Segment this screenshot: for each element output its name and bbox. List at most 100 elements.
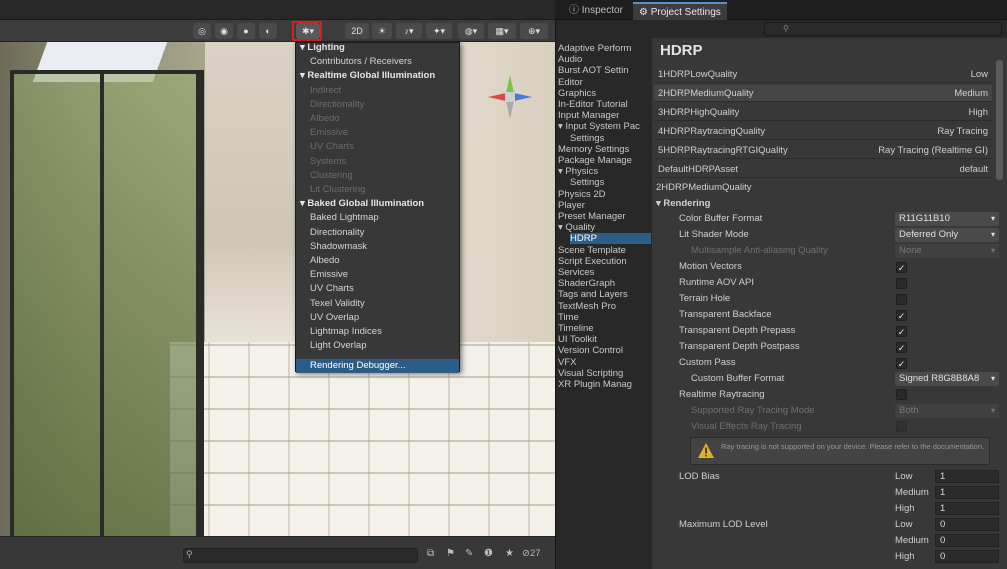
scene-viewport[interactable] bbox=[0, 42, 555, 536]
debug-menu-item[interactable]: Light Overlap bbox=[296, 339, 459, 353]
rendering-option-checkbox[interactable] bbox=[896, 278, 907, 289]
rendering-option-checkbox[interactable]: ✓ bbox=[896, 326, 907, 337]
nav-item[interactable]: In-Editor Tutorial bbox=[558, 99, 651, 110]
lod-value-field[interactable]: 1 bbox=[935, 470, 999, 483]
debug-menu-item[interactable]: Emissive bbox=[296, 268, 459, 282]
debug-menu-item[interactable]: ▾ Baked Global Illumination bbox=[296, 197, 459, 211]
nav-item[interactable]: UI Toolkit bbox=[558, 334, 651, 345]
rendering-option-checkbox[interactable]: ✓ bbox=[896, 358, 907, 369]
nav-item[interactable]: ▾ Quality bbox=[558, 222, 651, 233]
orientation-gizmo-icon[interactable] bbox=[480, 67, 540, 127]
color-buffer-format-dropdown[interactable]: R11G11B10 ▾ bbox=[895, 212, 999, 226]
tag-icon[interactable]: ⚑ bbox=[446, 548, 455, 559]
debug-menu-item[interactable]: Directionality bbox=[296, 226, 459, 240]
tab-inspector[interactable]: ⓘ Inspector bbox=[563, 2, 629, 20]
globe-icon[interactable]: ◉ bbox=[215, 23, 233, 39]
quality-level-row[interactable]: 2HDRPMediumQuality Medium bbox=[654, 85, 992, 102]
nav-item[interactable]: Script Execution bbox=[558, 256, 651, 267]
quality-level-row[interactable]: DefaultHDRPAsset default bbox=[654, 161, 992, 178]
nav-item[interactable]: Version Control bbox=[558, 345, 651, 356]
nav-item[interactable]: Player bbox=[558, 200, 651, 211]
lighting-toggle-icon[interactable]: ☀ bbox=[372, 23, 392, 39]
pencil-icon[interactable]: ✎ bbox=[465, 548, 473, 559]
nav-item[interactable]: Visual Scripting bbox=[558, 368, 651, 379]
nav-item[interactable]: Input Manager bbox=[558, 110, 651, 121]
visual-effects-rt-checkbox[interactable] bbox=[896, 421, 907, 432]
nav-item[interactable]: Time bbox=[558, 312, 651, 323]
2d-toggle-button[interactable]: 2D bbox=[345, 23, 369, 39]
realtime-raytracing-checkbox[interactable] bbox=[896, 389, 907, 400]
lit-shader-mode-label: Lit Shader Mode bbox=[679, 229, 749, 240]
settings-search-input[interactable]: ⚲ bbox=[764, 22, 1002, 36]
lod-value-field[interactable]: 0 bbox=[935, 534, 999, 547]
supported-rt-mode-dropdown[interactable]: Both ▾ bbox=[895, 404, 999, 418]
debug-menu-item[interactable]: Lightmap Indices bbox=[296, 325, 459, 339]
lod-value-field[interactable]: 1 bbox=[935, 486, 999, 499]
debug-menu-item[interactable]: Texel Validity bbox=[296, 297, 459, 311]
nav-item[interactable]: ShaderGraph bbox=[558, 278, 651, 289]
scene-search-input[interactable] bbox=[183, 548, 418, 563]
lod-value-field[interactable]: 0 bbox=[935, 550, 999, 563]
nav-item[interactable]: Burst AOT Settin bbox=[558, 65, 651, 76]
nav-item[interactable]: Memory Settings bbox=[558, 144, 651, 155]
nav-item[interactable]: Settings bbox=[570, 133, 651, 144]
rendering-option-checkbox[interactable] bbox=[896, 294, 907, 305]
lod-value-field[interactable]: 1 bbox=[935, 502, 999, 515]
tab-project-settings[interactable]: ⚙ Project Settings bbox=[633, 2, 727, 20]
nav-item[interactable]: Audio bbox=[558, 54, 651, 65]
shaded-sphere-icon[interactable]: ● bbox=[237, 23, 255, 39]
debug-menu-item[interactable]: UV Overlap bbox=[296, 311, 459, 325]
debug-menu-item[interactable]: Rendering Debugger... bbox=[296, 359, 459, 374]
nav-item[interactable]: VFX bbox=[558, 357, 651, 368]
camera-settings-icon[interactable]: ▦▾ bbox=[488, 23, 516, 39]
debug-menu-item[interactable]: Albedo bbox=[296, 254, 459, 268]
debug-menu-item[interactable]: Shadowmask bbox=[296, 240, 459, 254]
visibility-count[interactable]: ⊘27 bbox=[522, 548, 541, 559]
nav-item[interactable]: TextMesh Pro bbox=[558, 301, 651, 312]
audio-toggle-icon[interactable]: ♪▾ bbox=[396, 23, 422, 39]
nav-item[interactable]: Package Manage bbox=[558, 155, 651, 166]
draw-mode-icon[interactable]: ◎ bbox=[193, 23, 211, 39]
debug-menu-item[interactable]: ▾ Realtime Global Illumination bbox=[296, 69, 459, 83]
debug-menu-item[interactable]: UV Charts bbox=[296, 282, 459, 296]
rendering-option-checkbox[interactable]: ✓ bbox=[896, 342, 907, 353]
debug-menu-item[interactable]: ▾ Lighting bbox=[296, 41, 459, 55]
nav-item[interactable]: Timeline bbox=[558, 323, 651, 334]
hidden-objects-icon[interactable]: ◍▾ bbox=[458, 23, 484, 39]
nav-item[interactable]: Settings bbox=[570, 177, 651, 188]
nav-item[interactable]: Editor bbox=[558, 77, 651, 88]
nav-item[interactable]: Physics 2D bbox=[558, 189, 651, 200]
wireframe-icon[interactable]: ◐ bbox=[259, 23, 277, 39]
quality-level-row[interactable]: 5HDRPRaytracingRTGIQuality Ray Tracing (R… bbox=[654, 142, 992, 159]
info-icon[interactable]: ❶ bbox=[484, 548, 493, 559]
quality-level-row[interactable]: 3HDRPHighQuality High bbox=[654, 104, 992, 121]
lit-shader-mode-dropdown[interactable]: Deferred Only ▾ bbox=[895, 228, 999, 242]
nav-item[interactable]: Tags and Layers bbox=[558, 289, 651, 300]
rendering-section-header[interactable]: ▾ Rendering bbox=[656, 198, 710, 210]
realtime-raytracing-label: Realtime Raytracing bbox=[679, 389, 765, 400]
nav-item[interactable]: Preset Manager bbox=[558, 211, 651, 222]
nav-item[interactable]: ▾ Physics bbox=[558, 166, 651, 177]
quality-level-row[interactable]: 1HDRPLowQuality Low bbox=[654, 66, 992, 83]
content-scrollbar[interactable] bbox=[996, 60, 1003, 180]
layers-icon[interactable]: ⧉ bbox=[427, 548, 434, 559]
nav-item[interactable]: XR Plugin Manag bbox=[558, 379, 651, 390]
nav-item[interactable]: Services bbox=[558, 267, 651, 278]
nav-item[interactable]: Scene Template bbox=[558, 245, 651, 256]
star-icon[interactable]: ★ bbox=[505, 548, 514, 559]
quality-level-row[interactable]: 4HDRPRaytracingQuality Ray Tracing bbox=[654, 123, 992, 140]
nav-item[interactable]: ▾ Input System Pac bbox=[558, 121, 651, 132]
debug-menu-item: Albedo bbox=[310, 113, 340, 124]
nav-item[interactable]: Graphics bbox=[558, 88, 651, 99]
effects-icon[interactable]: ✦▾ bbox=[426, 23, 452, 39]
nav-item[interactable]: Adaptive Perform bbox=[558, 43, 651, 54]
nav-item[interactable]: HDRP bbox=[570, 233, 651, 245]
rendering-option-checkbox[interactable]: ✓ bbox=[896, 262, 907, 273]
rendering-option-checkbox[interactable]: ✓ bbox=[896, 310, 907, 321]
custom-buffer-format-dropdown[interactable]: Signed R8G8B8A8 ▾ bbox=[895, 372, 999, 386]
msaa-dropdown[interactable]: None ▾ bbox=[895, 244, 999, 258]
lod-value-field[interactable]: 0 bbox=[935, 518, 999, 531]
debug-menu-item[interactable]: Baked Lightmap bbox=[296, 211, 459, 225]
debug-menu-item[interactable]: Contributors / Receivers bbox=[296, 55, 459, 69]
gizmos-icon[interactable]: ⊕▾ bbox=[520, 23, 548, 39]
